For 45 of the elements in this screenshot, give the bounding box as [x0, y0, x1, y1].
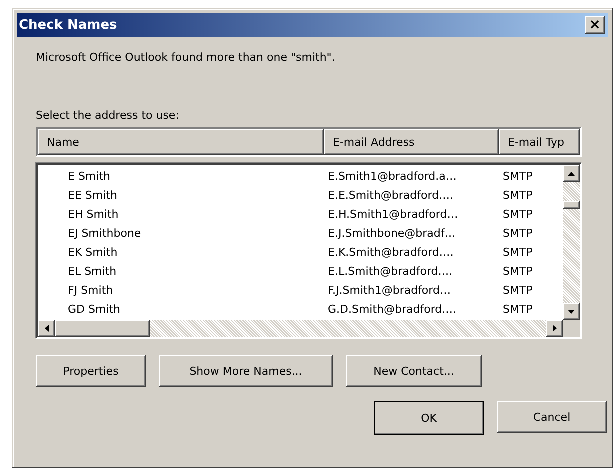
scroll-thumb[interactable] — [55, 320, 150, 337]
vertical-scrollbar[interactable] — [563, 165, 580, 320]
contact-name: EE Smith — [68, 189, 118, 202]
email-type: SMTP — [503, 170, 533, 183]
contact-name: GD Smith — [68, 303, 121, 316]
message-text: Microsoft Office Outlook found more than one "smith". — [36, 51, 336, 65]
properties-button[interactable]: Properties — [36, 355, 146, 387]
email-type: SMTP — [503, 189, 533, 202]
email-type: SMTP — [503, 303, 533, 316]
email-address: F.J.Smith1@bradford… — [328, 284, 451, 297]
email-address: E.Smith1@bradford.a… — [328, 170, 457, 183]
email-address: E.J.Smithbone@bradf… — [328, 227, 456, 240]
contact-name: EL Smith — [68, 265, 117, 278]
email-address: E.K.Smith@bradford.… — [328, 246, 454, 259]
ok-button[interactable]: OK — [374, 401, 484, 435]
horizontal-scrollbar[interactable] — [38, 320, 563, 337]
window-title: Check Names — [19, 18, 118, 32]
column-header[interactable]: Name — [38, 129, 324, 155]
column-header[interactable]: E-mail Address — [324, 129, 499, 155]
scroll-right-icon — [552, 325, 556, 332]
email-type: SMTP — [503, 265, 533, 278]
contact-name: E Smith — [68, 170, 110, 183]
close-button[interactable]: × — [585, 16, 605, 34]
email-type: SMTP — [503, 284, 533, 297]
contact-name: EK Smith — [68, 246, 118, 259]
show-more-names-button[interactable]: Show More Names... — [159, 355, 333, 387]
email-address: E.H.Smith1@bradford… — [328, 208, 458, 221]
new-contact-button[interactable]: New Contact... — [346, 355, 482, 387]
contact-name: EJ Smithbone — [68, 227, 142, 240]
email-address: E.E.Smith@bradford.… — [328, 189, 454, 202]
list-label: Select the address to use: — [36, 109, 180, 122]
email-address: G.D.Smith@bradford.… — [328, 303, 457, 316]
scroll-up-icon — [568, 172, 575, 176]
scroll-left-icon — [44, 325, 48, 332]
email-type: SMTP — [503, 246, 533, 259]
contact-name: FJ Smith — [68, 284, 114, 297]
column-header[interactable]: E-mail Typ — [499, 129, 580, 155]
scroll-down-icon — [568, 310, 575, 314]
contact-name: EH Smith — [68, 208, 119, 221]
cancel-button[interactable]: Cancel — [497, 401, 607, 433]
email-type: SMTP — [503, 227, 533, 240]
address-list[interactable] — [36, 163, 582, 339]
email-type: SMTP — [503, 208, 533, 221]
email-address: E.L.Smith@bradford.… — [328, 265, 453, 278]
scroll-thumb[interactable] — [563, 201, 580, 209]
